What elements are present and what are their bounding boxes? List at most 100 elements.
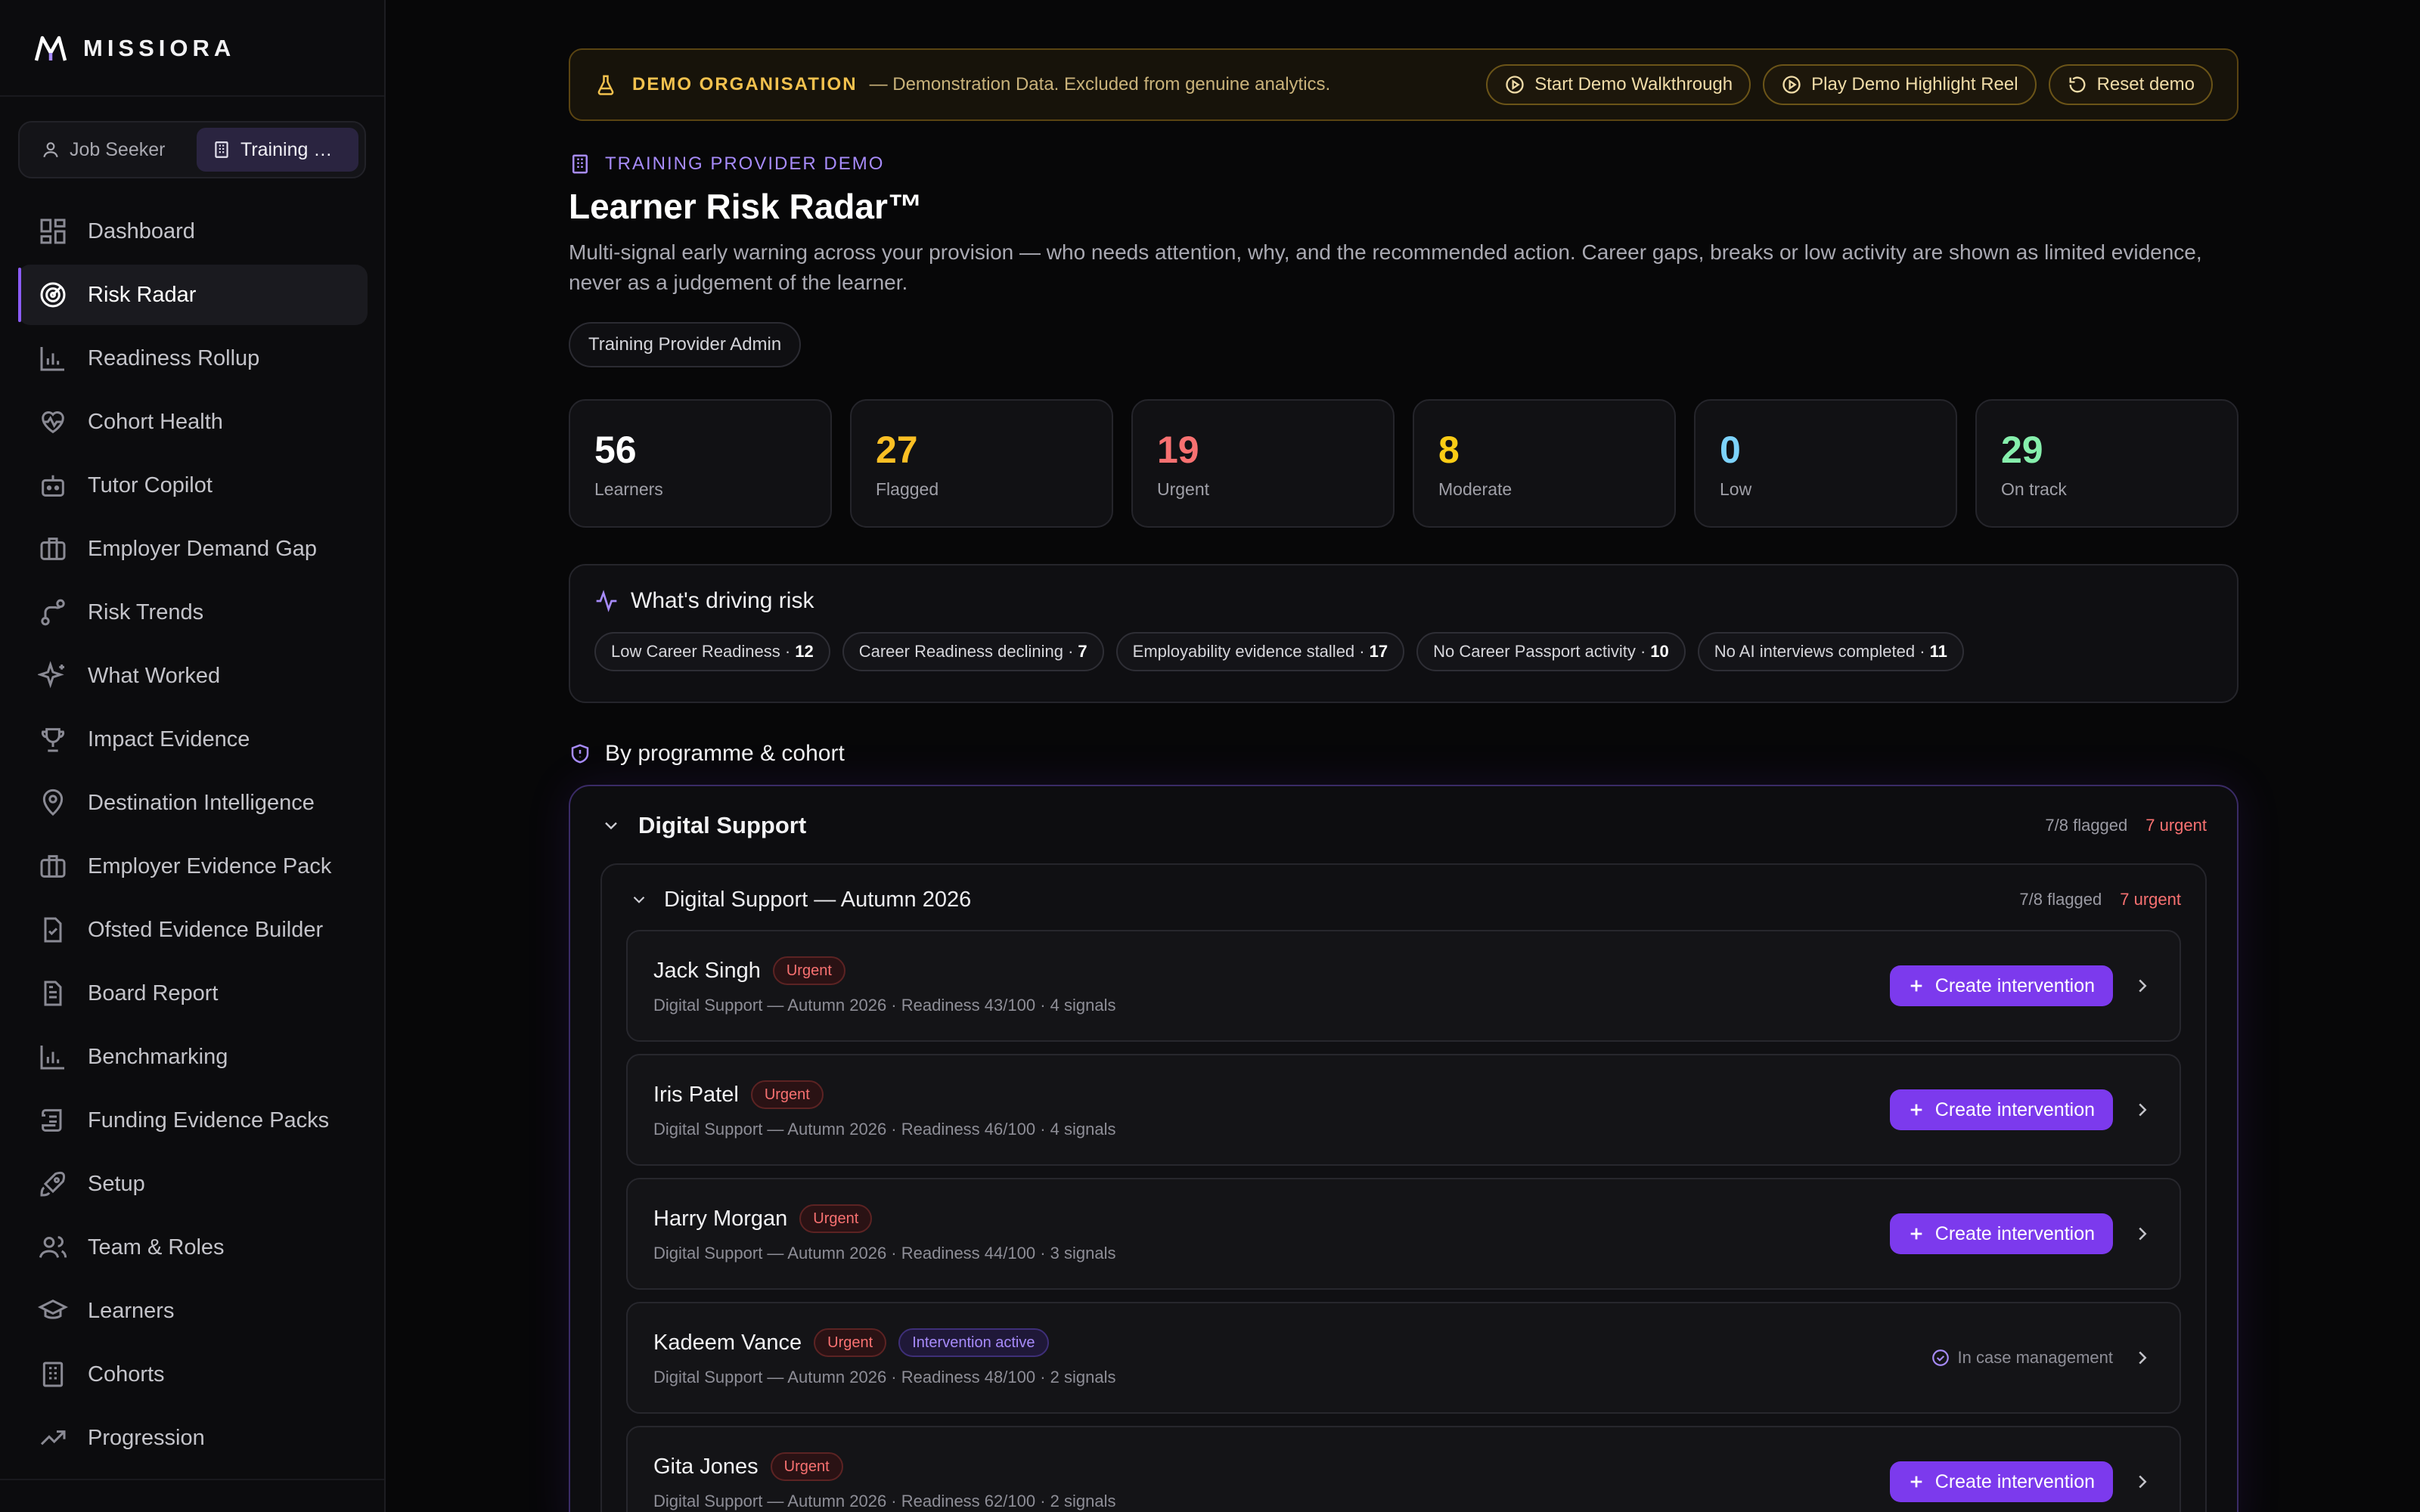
play-circle-icon <box>1781 74 1802 95</box>
chevron-right-icon[interactable] <box>2131 1098 2154 1121</box>
sidebar-item-label: Impact Evidence <box>88 727 250 751</box>
briefcase-icon <box>38 534 68 564</box>
stat-moderate[interactable]: 8 Moderate <box>1413 399 1676 528</box>
urgent-badge: Urgent <box>799 1204 873 1233</box>
brand[interactable]: MISSIORA <box>33 33 235 64</box>
play-highlight-reel-button[interactable]: Play Demo Highlight Reel <box>1763 64 2037 105</box>
intervention-active-badge: Intervention active <box>898 1328 1049 1357</box>
sidebar-item-what-worked[interactable]: What Worked <box>18 646 368 706</box>
sidebar-item-setup[interactable]: Setup <box>18 1154 368 1214</box>
chevron-right-icon[interactable] <box>2131 974 2154 997</box>
learner-row[interactable]: Gita Jones Urgent Digital Support — Autu… <box>626 1426 2181 1512</box>
sparkles-icon <box>38 661 68 691</box>
stat-low[interactable]: 0 Low <box>1694 399 1957 528</box>
stat-urgent[interactable]: 19 Urgent <box>1131 399 1395 528</box>
learner-row[interactable]: Kadeem Vance Urgent Intervention active … <box>626 1302 2181 1414</box>
sidebar-item-learners[interactable]: Learners <box>18 1281 368 1341</box>
sidebar-item-label: What Worked <box>88 663 221 688</box>
stat-value: 8 <box>1438 429 1460 471</box>
cohort-header[interactable]: Digital Support — Autumn 2026 7/8 flagge… <box>626 885 2181 915</box>
learner-meta: Digital Support — Autumn 2026 · Readines… <box>653 1244 1116 1263</box>
create-intervention-label: Create intervention <box>1934 1222 2095 1244</box>
plus-icon <box>1908 1225 1925 1242</box>
file-text-icon <box>38 978 68 1009</box>
role-badge: Training Provider Admin <box>569 322 802 367</box>
create-intervention-button[interactable]: Create intervention <box>1889 1089 2113 1130</box>
create-intervention-button[interactable]: Create intervention <box>1889 1461 2113 1502</box>
play-circle-icon <box>1504 74 1525 95</box>
stat-label: Urgent <box>1157 479 1210 499</box>
risk-driver-chip[interactable]: No Career Passport activity · 10 <box>1416 632 1686 671</box>
sidebar-item-ofsted-evidence-builder[interactable]: Ofsted Evidence Builder <box>18 900 368 960</box>
demo-tag-label: DEMO ORGANISATION <box>632 74 858 94</box>
chip-count: 11 <box>1929 642 1947 661</box>
chevron-right-icon[interactable] <box>2131 1222 2154 1245</box>
sidebar-item-tutor-copilot[interactable]: Tutor Copilot <box>18 455 368 516</box>
create-intervention-button[interactable]: Create intervention <box>1889 1213 2113 1254</box>
chip-label: Employability evidence stalled · <box>1132 642 1365 661</box>
programme-header[interactable]: Digital Support 7/8 flagged 7 urgent <box>600 810 2207 841</box>
sidebar-item-risk-trends[interactable]: Risk Trends <box>18 582 368 643</box>
sidebar-item-funding-evidence-packs[interactable]: Funding Evidence Packs <box>18 1090 368 1151</box>
risk-driver-chip[interactable]: Career Readiness declining · 7 <box>842 632 1104 671</box>
training-provider-tab[interactable]: Training Pro... <box>196 128 358 172</box>
sidebar-item-progression[interactable]: Progression <box>18 1408 368 1468</box>
sidebar-item-label: Employer Demand Gap <box>88 536 318 561</box>
divider <box>0 95 384 97</box>
learner-meta: Digital Support — Autumn 2026 · Readines… <box>653 1120 1116 1139</box>
chevron-right-icon[interactable] <box>2131 1346 2154 1369</box>
map-pin-icon <box>38 788 68 818</box>
start-walkthrough-button[interactable]: Start Demo Walkthrough <box>1486 64 1751 105</box>
sidebar-item-risk-radar[interactable]: Risk Radar <box>18 265 368 325</box>
urgent-count: 7 urgent <box>2145 816 2207 835</box>
job-seeker-tab[interactable]: Job Seeker <box>26 128 191 172</box>
sidebar-item-team-roles[interactable]: Team & Roles <box>18 1217 368 1278</box>
sidebar-item-employer-evidence-pack[interactable]: Employer Evidence Pack <box>18 836 368 897</box>
sidebar-item-label: Team & Roles <box>88 1235 225 1259</box>
risk-driver-chip[interactable]: Low Career Readiness · 12 <box>594 632 830 671</box>
sidebar-item-impact-evidence[interactable]: Impact Evidence <box>18 709 368 770</box>
shield-icon <box>569 742 591 766</box>
sidebar-item-employer-demand-gap[interactable]: Employer Demand Gap <box>18 519 368 579</box>
main-content: DEMO ORGANISATION — Demonstration Data. … <box>569 48 2238 1512</box>
sidebar-item-cohorts[interactable]: Cohorts <box>18 1344 368 1405</box>
reset-demo-label: Reset demo <box>2096 74 2195 94</box>
sidebar-item-label: Progression <box>88 1425 205 1450</box>
reset-demo-button[interactable]: Reset demo <box>2048 64 2213 105</box>
flask-icon <box>594 73 617 97</box>
sidebar-item-label: Funding Evidence Packs <box>88 1108 330 1132</box>
file-check-icon <box>38 915 68 945</box>
sidebar-item-label: Risk Radar <box>88 282 197 307</box>
sidebar-item-label: Board Report <box>88 981 219 1005</box>
chevron-down-icon <box>629 890 649 909</box>
risk-driver-chip[interactable]: No AI interviews completed · 11 <box>1697 632 1964 671</box>
users-icon <box>38 1232 68 1263</box>
sidebar-item-cohort-health[interactable]: Cohort Health <box>18 392 368 452</box>
missiora-logo-icon <box>33 33 68 64</box>
stat-flagged[interactable]: 27 Flagged <box>850 399 1113 528</box>
stat-on-track[interactable]: 29 On track <box>1975 399 2238 528</box>
sidebar-item-board-report[interactable]: Board Report <box>18 963 368 1024</box>
stat-label: On track <box>2001 479 2067 499</box>
learner-row[interactable]: Harry Morgan Urgent Digital Support — Au… <box>626 1178 2181 1290</box>
learner-row[interactable]: Jack Singh Urgent Digital Support — Autu… <box>626 930 2181 1042</box>
risk-driver-chip[interactable]: Employability evidence stalled · 17 <box>1115 632 1405 671</box>
bar-chart-icon <box>38 343 68 373</box>
learner-name: Kadeem Vance <box>653 1330 802 1355</box>
learner-name: Iris Patel <box>653 1082 739 1107</box>
sidebar-item-destination-intelligence[interactable]: Destination Intelligence <box>18 773 368 833</box>
sidebar-item-readiness-rollup[interactable]: Readiness Rollup <box>18 328 368 389</box>
graduation-cap-icon <box>38 1296 68 1326</box>
chevron-right-icon[interactable] <box>2131 1470 2154 1493</box>
create-intervention-button[interactable]: Create intervention <box>1889 965 2113 1006</box>
learner-row[interactable]: Iris Patel Urgent Digital Support — Autu… <box>626 1054 2181 1166</box>
learner-info: Harry Morgan Urgent Digital Support — Au… <box>653 1204 1890 1263</box>
stat-learners[interactable]: 56 Learners <box>569 399 832 528</box>
radar-icon <box>38 280 68 310</box>
plus-icon <box>1908 1473 1925 1490</box>
sidebar-item-dashboard[interactable]: Dashboard <box>18 201 368 262</box>
stat-label: Learners <box>594 479 663 499</box>
building-icon <box>569 153 591 175</box>
sidebar-item-benchmarking[interactable]: Benchmarking <box>18 1027 368 1087</box>
learner-info: Gita Jones Urgent Digital Support — Autu… <box>653 1452 1890 1511</box>
